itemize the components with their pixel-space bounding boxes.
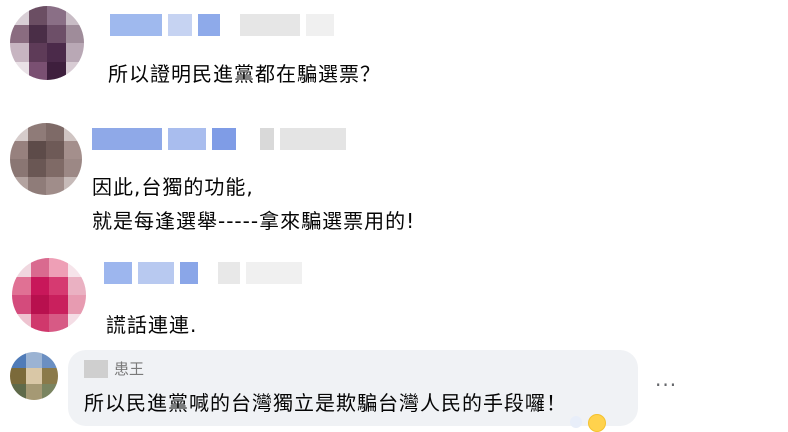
comment-text: 所以民進黨喊的台灣獨立是欺騙台灣人民的手段囉！: [84, 391, 567, 415]
commenter-name-fragment: 患王: [114, 360, 145, 378]
avatar[interactable]: [12, 258, 86, 332]
commenter-name-redacted[interactable]: [110, 14, 334, 36]
more-options-icon[interactable]: ···: [655, 373, 677, 397]
reaction-icon[interactable]: [570, 416, 582, 428]
commenter-name-redacted[interactable]: [104, 262, 302, 284]
commenter-name-redacted[interactable]: 患王: [84, 360, 144, 378]
comment-text-line-1: 因此,台獨的功能,: [92, 175, 254, 199]
commenter-name-redacted[interactable]: [92, 128, 346, 150]
reaction-icon[interactable]: [588, 414, 606, 432]
comment-4: 患王 所以民進黨喊的台灣獨立是欺騙台灣人民的手段囉！ ···: [0, 344, 788, 432]
avatar[interactable]: [10, 352, 58, 400]
avatar[interactable]: [10, 6, 84, 80]
comment-1: 所以證明民進黨都在騙選票？: [0, 0, 788, 110]
comment-text-line-2: 就是每逢選舉-----拿來騙選票用的!: [92, 209, 416, 233]
comment-bubble: 患王 所以民進黨喊的台灣獨立是欺騙台灣人民的手段囉！: [68, 350, 638, 426]
avatar[interactable]: [10, 123, 82, 195]
comment-2: 因此,台獨的功能, 就是每逢選舉-----拿來騙選票用的!: [0, 118, 788, 248]
comment-text: 所以證明民進黨都在騙選票？: [108, 62, 381, 86]
comment-text: 謊話連連.: [106, 313, 198, 337]
comment-3: 謊話連連.: [0, 252, 788, 342]
